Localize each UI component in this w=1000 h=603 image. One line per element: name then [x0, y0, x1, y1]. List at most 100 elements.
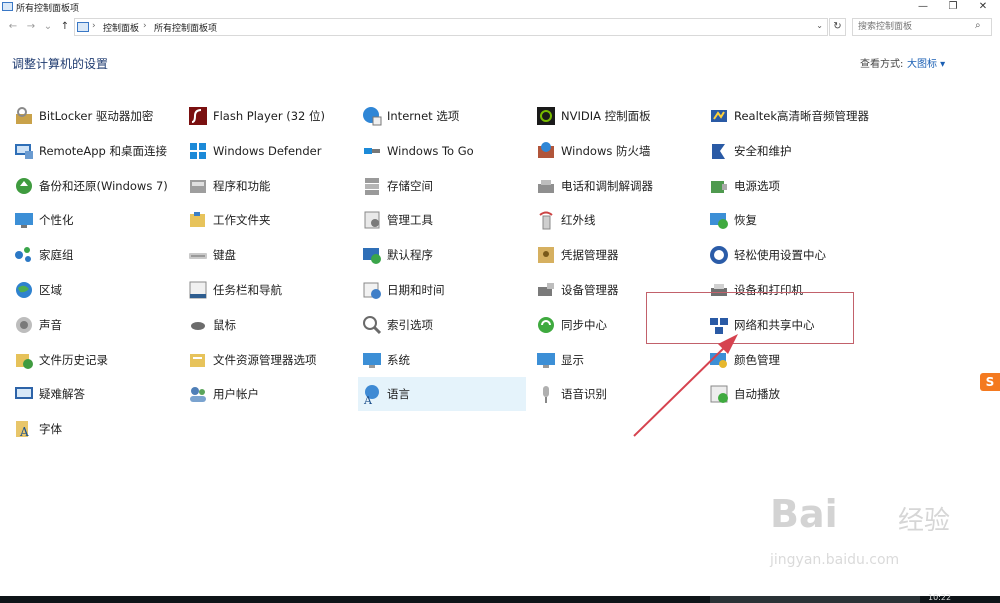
fonts-icon: A	[12, 417, 36, 441]
control-panel-item[interactable]: RemoteApp 和桌面连接	[10, 134, 178, 168]
control-panel-item-label: 电话和调制解调器	[561, 178, 653, 193]
control-panel-item[interactable]: 索引选项	[358, 308, 526, 342]
phone-modem-icon	[534, 174, 558, 198]
control-panel-item[interactable]: 程序和功能	[184, 169, 352, 203]
refresh-button[interactable]: ↻	[829, 18, 846, 36]
breadcrumb-separator-icon[interactable]: ›	[92, 21, 96, 31]
control-panel-item-label: 声音	[39, 317, 62, 332]
control-panel-item[interactable]: Realtek高清晰音频管理器	[705, 99, 873, 133]
control-panel-item[interactable]: 凭据管理器	[532, 238, 700, 272]
control-panel-item[interactable]: 管理工具	[358, 203, 526, 237]
control-panel-item[interactable]: 轻松使用设置中心	[705, 238, 873, 272]
control-panel-item[interactable]: Internet 选项	[358, 99, 526, 133]
control-panel-item[interactable]: 键盘	[184, 238, 352, 272]
breadcrumb-all-items[interactable]: 所有控制面板项	[154, 21, 217, 34]
baidu-watermark: Bai 经验 jingyan.baidu.com	[770, 492, 990, 582]
sound-icon	[12, 313, 36, 337]
power-icon	[707, 174, 731, 198]
forward-button[interactable]: →	[24, 20, 38, 34]
control-panel-item[interactable]: 家庭组	[10, 238, 178, 272]
breadcrumb-control-panel[interactable]: 控制面板	[103, 21, 139, 34]
troubleshooting-icon	[12, 382, 36, 406]
control-panel-item[interactable]: 文件资源管理器选项	[184, 343, 352, 377]
control-panel-item[interactable]: A 语言	[358, 377, 526, 412]
recovery-icon	[707, 208, 731, 232]
close-button[interactable]: ✕	[968, 0, 998, 14]
maximize-button[interactable]: ❐	[938, 0, 968, 14]
control-panel-item[interactable]: 默认程序	[358, 238, 526, 272]
control-panel-item[interactable]: 个性化	[10, 203, 178, 237]
control-panel-item-label: 同步中心	[561, 317, 607, 332]
control-panel-item-label: 颜色管理	[734, 352, 780, 367]
control-panel-item[interactable]: BitLocker 驱动器加密	[10, 99, 178, 133]
flash-icon	[186, 104, 210, 128]
control-panel-item[interactable]: 用户帐户	[184, 377, 352, 411]
control-panel-item-label: 语音识别	[561, 387, 607, 402]
control-panel-item-label: 语言	[387, 387, 410, 402]
view-by-label: 查看方式:	[860, 59, 904, 70]
control-panel-item-label: RemoteApp 和桌面连接	[39, 143, 167, 158]
control-panel-item[interactable]: Windows To Go	[358, 134, 526, 168]
address-dropdown-icon[interactable]: ⌄	[816, 21, 823, 30]
control-panel-item[interactable]: 系统	[358, 343, 526, 377]
control-panel-item[interactable]: 鼠标	[184, 308, 352, 342]
control-panel-item[interactable]: 恢复	[705, 203, 873, 237]
minimize-button[interactable]: —	[908, 0, 938, 14]
control-panel-item-label: 备份和还原(Windows 7)	[39, 178, 168, 193]
control-panel-item[interactable]: 日期和时间	[358, 273, 526, 307]
navigation-bar: ← → ⌄ ↑ › 控制面板 › 所有控制面板项 ⌄ ↻	[0, 17, 1000, 37]
taskbar-clock: 10:22	[928, 593, 952, 602]
taskbar-app-segment[interactable]	[710, 596, 920, 603]
control-panel-item[interactable]: 疑难解答	[10, 377, 178, 411]
control-panel-item[interactable]: 显示	[532, 343, 700, 377]
control-panel-item[interactable]: 区域	[10, 273, 178, 307]
recent-locations-dropdown[interactable]: ⌄	[41, 20, 55, 34]
control-panel-item[interactable]: 任务栏和导航	[184, 273, 352, 307]
back-button[interactable]: ←	[6, 20, 20, 34]
keyboard-icon	[186, 243, 210, 267]
control-panel-item[interactable]: 红外线	[532, 203, 700, 237]
storage-spaces-icon	[360, 174, 384, 198]
window-title: 所有控制面板项	[16, 4, 80, 14]
control-panel-item[interactable]: Windows 防火墙	[532, 134, 700, 168]
taskbar-icon	[186, 278, 210, 302]
address-bar[interactable]: › 控制面板 › 所有控制面板项 ⌄	[74, 18, 828, 36]
control-panel-item-label: 日期和时间	[387, 283, 445, 297]
credential-icon	[534, 243, 558, 267]
control-panel-item[interactable]: 文件历史记录	[10, 343, 178, 377]
control-panel-item[interactable]: 安全和维护	[705, 134, 873, 168]
speech-icon	[534, 382, 558, 406]
search-icon[interactable]: ⌕	[975, 20, 981, 31]
control-panel-item[interactable]: 颜色管理	[705, 343, 873, 377]
watermark-logo: Bai	[770, 492, 838, 536]
control-panel-item[interactable]: Flash Player (32 位)	[184, 99, 352, 133]
search-input[interactable]	[852, 18, 992, 36]
admin-tools-icon	[360, 208, 384, 232]
control-panel-item[interactable]: NVIDIA 控制面板	[532, 99, 700, 133]
control-panel-item-label: 疑难解答	[39, 387, 85, 402]
control-panel-item[interactable]: 自动播放	[705, 377, 873, 411]
control-panel-item[interactable]: Windows Defender	[184, 134, 352, 168]
control-panel-item[interactable]: 声音	[10, 308, 178, 342]
watermark-title: 经验	[898, 506, 951, 536]
control-panel-item[interactable]: 电源选项	[705, 169, 873, 203]
control-panel-item[interactable]: A 字体	[10, 412, 178, 446]
control-panel-item[interactable]: 存储空间	[358, 169, 526, 203]
remoteapp-icon	[12, 139, 36, 163]
internet-options-icon	[360, 104, 384, 128]
control-panel-item-label: 键盘	[213, 248, 236, 263]
autoplay-icon	[707, 382, 731, 406]
control-panel-item[interactable]: 语音识别	[532, 377, 700, 411]
color-management-icon	[707, 348, 731, 372]
control-panel-item[interactable]: 备份和还原(Windows 7)	[10, 169, 178, 203]
infrared-icon	[534, 208, 558, 232]
up-button[interactable]: ↑	[58, 20, 72, 34]
sogou-ime-icon[interactable]: S	[980, 373, 1000, 391]
view-by-dropdown[interactable]: 大图标 ▾	[907, 55, 945, 70]
control-panel-item[interactable]: 工作文件夹	[184, 203, 352, 237]
control-panel-item-label: Realtek高清晰音频管理器	[734, 109, 870, 123]
sync-center-icon	[534, 313, 558, 337]
breadcrumb-separator-icon[interactable]: ›	[143, 21, 147, 31]
control-panel-item-label: 红外线	[561, 213, 596, 228]
control-panel-item[interactable]: 电话和调制解调器	[532, 169, 700, 203]
